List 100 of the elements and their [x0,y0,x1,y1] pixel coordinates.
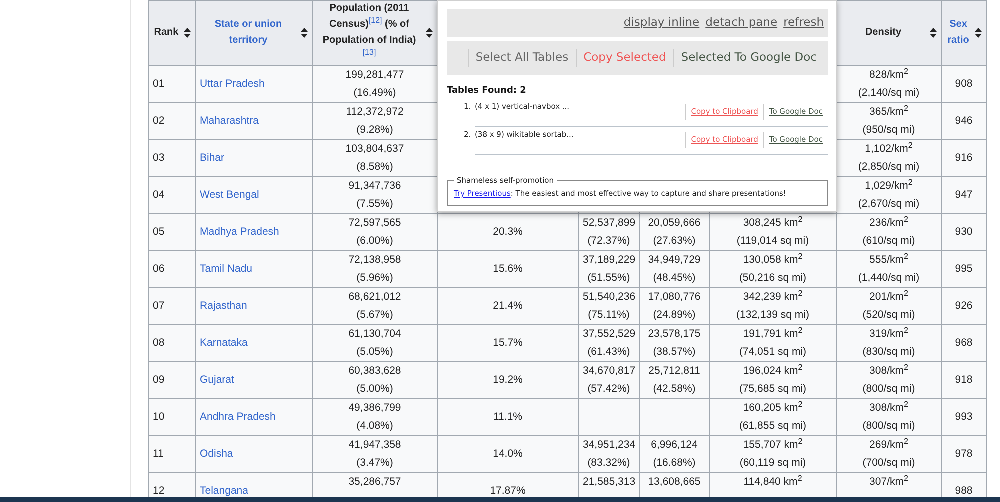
state-link[interactable]: Uttar Pradesh [200,78,265,90]
table-cell-text: 49,386,799 [348,401,402,416]
table-cell-text: (830/sq mi) [862,345,916,360]
table-cell-text: 09 [153,374,165,386]
table-cell-text: (9.28%) [356,123,394,138]
table-cell-text: 308/km$^{2}$ [868,399,910,416]
table-cell-text: (48.45%) [652,271,697,286]
table-cell-text: (50,216 sq mi) [738,271,808,286]
table-cell-text: (61.43%) [586,345,632,360]
table-cell-text: 15.7% [493,337,523,349]
table-cell-text: 12 [153,485,165,497]
table-cell-text: 17.87% [490,485,526,497]
action-button[interactable]: Select All Tables [468,49,576,67]
table-cell-text: 72,597,565 [348,216,402,231]
state-link[interactable]: Gujarat [200,374,234,386]
table-cell-text: 04 [153,189,165,201]
tables-found-label: Tables Found: 2 [447,85,528,98]
sort-icon[interactable] [184,28,191,38]
table-cell-text: (27.63%) [652,234,697,249]
state-link[interactable]: Bihar [200,152,225,164]
table-cell-text: (800/sq mi) [862,419,916,434]
table-cell-text: 17,080,776 [647,290,702,305]
sort-icon[interactable] [975,28,982,38]
table-cell-text: 07 [153,300,165,312]
table-cell-text: (72.37%) [586,234,632,249]
sort-icon[interactable] [301,28,308,38]
table-cell-text: 918 [955,374,973,386]
table-cell-text: 23,578,175 [647,327,702,342]
table-cell-text: 130,058 km$^{2}$ [742,251,804,268]
table-cell-text: (950/sq mi) [862,123,916,138]
table-cell-text: (75,685 sq mi) [738,382,808,397]
table-cell-text: 365/km$^{2}$ [868,103,910,120]
table-cell-text: 196,024 km$^{2}$ [742,362,804,379]
table-cell-text: 946 [955,115,973,127]
table-cell-text: (119,014 sq mi) [736,234,810,249]
table-cell-text: 34,951,234 [583,438,635,453]
table-cell-text: 1,102/km$^{2}$ [864,140,914,157]
table-cell-text: (4.08%) [356,419,394,434]
table-cell-text: 114,840 km$^{2}$ [742,473,804,490]
table-cell-text: 978 [955,448,973,460]
table-cell-text: (700/sq mi) [862,456,916,471]
table-cell-text: (132,139 sq mi) [736,308,810,323]
table-cell-text: (57.42%) [586,382,632,397]
table-cell-text: 34,949,729 [647,253,702,268]
state-link[interactable]: Tamil Nadu [200,263,253,275]
table-cell-text: (5.05%) [356,345,394,360]
table-cell-text: 555/km$^{2}$ [868,251,910,268]
table-cell-text: (7.55%) [356,197,394,212]
toolbar-link[interactable]: display inline [624,14,700,32]
table-cell-text: 03 [153,152,165,164]
action-button[interactable]: Selected To Google Doc [673,49,824,67]
table-cell-text: 05 [153,226,165,238]
table-cell-text: 35,286,757 [348,475,402,490]
toolbar-link[interactable]: refresh [784,14,824,32]
table-cell-text: 02 [153,115,165,127]
table-cell-text: 308,245 km$^{2}$ [742,214,804,231]
table-cell-text: (5.00%) [356,382,394,397]
column-header[interactable]: Rank [153,25,180,41]
table-cell-text: (800/sq mi) [862,382,916,397]
table-cell-text: 6,996,124 [650,438,699,453]
table-cell-text: 34,670,817 [583,364,635,379]
sort-icon[interactable] [930,28,937,38]
action-button[interactable]: Copy Selected [576,49,674,67]
column-header[interactable]: Density [841,25,926,41]
table-cell-text: (51.55%) [586,271,632,286]
table-cell-text: 68,621,012 [348,290,402,305]
state-link[interactable]: Karnataka [200,337,248,349]
table-cell-text: (6.00%) [356,234,394,249]
table-cell-text: 160,205 km$^{2}$ [742,399,804,416]
table-cell-text: 11 [153,448,164,460]
table-cell-text: 06 [153,263,165,275]
table-cell-text: 926 [955,300,973,312]
table-cell-text: 308/km$^{2}$ [868,362,910,379]
table-cell-text: (60,119 sq mi) [738,456,808,471]
table-cell-text: 21,585,313 [583,475,635,490]
table-cell-text: 916 [955,152,973,164]
table-cell-text: 993 [955,411,973,423]
table-cell-text: (24.89%) [652,308,697,323]
table-cell-text: (42.58%) [652,382,697,397]
table-cell-text: (2,850/sq mi) [857,160,921,175]
table-cell-text: (5.96%) [356,271,394,286]
state-link[interactable]: West Bengal [200,189,260,201]
sort-icon[interactable] [426,28,433,38]
state-link[interactable]: Maharashtra [200,115,259,127]
table-cell-text: 269/km$^{2}$ [868,436,910,453]
table-cell-text: 37,189,229 [583,253,635,268]
table-cell-text: 112,372,972 [345,105,405,120]
table-cell-text: 37,552,529 [583,327,635,342]
table-cell-text: 988 [955,485,973,497]
state-link[interactable]: Rajasthan [200,300,248,312]
table-cell-text: (75.11%) [587,308,631,323]
table-cell-text: 930 [955,226,973,238]
table-cell-text: 995 [955,263,973,275]
table-cell-text: 72,138,958 [348,253,402,268]
toolbar-link[interactable]: detach pane [706,14,778,32]
state-link[interactable]: Odisha [200,448,234,460]
table-cell-text: (3.47%) [356,456,394,471]
table-cell-text: 60,383,628 [348,364,402,379]
table-cell-text: 199,281,477 [344,68,406,83]
table-cell-text: 10 [153,411,165,423]
